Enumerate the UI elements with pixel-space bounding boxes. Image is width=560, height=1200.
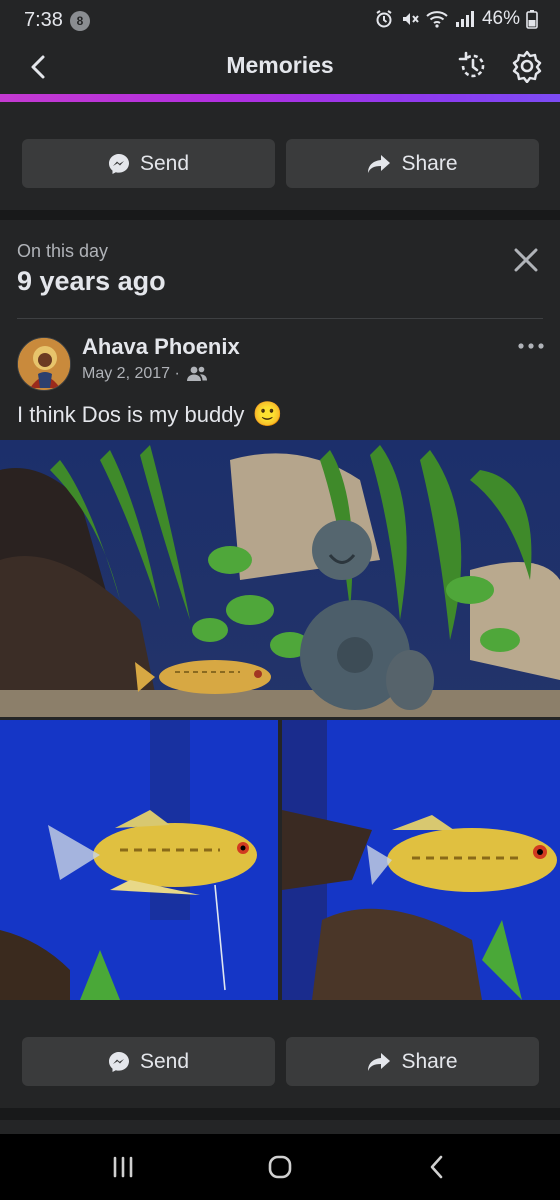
share-button-bottom[interactable]: Share: [286, 1037, 539, 1086]
share-label: Share: [401, 151, 458, 175]
memory-years-ago: 9 years ago: [17, 266, 166, 296]
messenger-icon: [108, 153, 129, 174]
battery-percent: 46%: [481, 8, 520, 29]
wifi-icon: [426, 11, 448, 28]
status-icons: 46%: [374, 8, 538, 30]
friends-icon: [186, 366, 207, 381]
battery-icon: [526, 10, 538, 29]
gear-icon[interactable]: [510, 49, 544, 83]
share-arrow-icon: [368, 154, 391, 173]
gourami-left-photo[interactable]: [0, 720, 278, 1000]
more-options-icon[interactable]: [516, 338, 546, 354]
top-action-row: Send Share: [0, 102, 560, 212]
gourami-right-photo[interactable]: [282, 720, 560, 1000]
share-label: Share: [401, 1049, 458, 1073]
section-divider: [0, 210, 560, 220]
avatar-image: [18, 338, 70, 390]
bottom-action-row: Send Share: [0, 1000, 560, 1108]
status-bar: 7:38 8 46%: [0, 0, 560, 40]
next-card-edge: [0, 1120, 560, 1134]
recent-apps-icon[interactable]: [108, 1152, 138, 1182]
signal-icon: [455, 11, 474, 27]
close-icon[interactable]: [512, 246, 540, 274]
memory-eyebrow: On this day: [17, 241, 109, 261]
history-icon[interactable]: [456, 49, 490, 83]
avatar[interactable]: [17, 337, 71, 391]
mute-icon: [402, 13, 419, 25]
share-button[interactable]: Share: [286, 139, 539, 188]
back-icon[interactable]: [422, 1152, 452, 1182]
card-divider: [17, 318, 543, 319]
section-divider: [0, 1108, 560, 1120]
post-text-content: I think Dos is my buddy: [17, 401, 245, 427]
send-button[interactable]: Send: [22, 139, 275, 188]
app-bar: Memories: [0, 40, 560, 94]
system-navigation-bar: [0, 1134, 560, 1200]
post-date[interactable]: May 2, 2017 ·: [82, 365, 180, 383]
status-time: 7:38: [24, 9, 63, 31]
post-text: I think Dos is my buddy 🙂: [17, 400, 282, 429]
alarm-icon: [376, 10, 392, 28]
send-label: Send: [139, 151, 190, 175]
share-arrow-icon: [368, 1052, 391, 1071]
accent-gradient-bar: [0, 94, 560, 102]
memory-card: On this day 9 years ago Ahava Phoenix Ma…: [0, 220, 560, 1108]
post-meta: May 2, 2017 ·: [82, 365, 208, 383]
notification-count-badge: 8: [70, 11, 90, 31]
send-label: Send: [139, 1049, 190, 1073]
home-icon[interactable]: [265, 1152, 295, 1182]
post-author[interactable]: Ahava Phoenix: [82, 334, 240, 360]
emoji-icon: 🙂: [252, 401, 283, 428]
aquarium-buddha-photo[interactable]: [0, 440, 560, 717]
send-button-bottom[interactable]: Send: [22, 1037, 275, 1086]
messenger-icon: [108, 1051, 129, 1072]
